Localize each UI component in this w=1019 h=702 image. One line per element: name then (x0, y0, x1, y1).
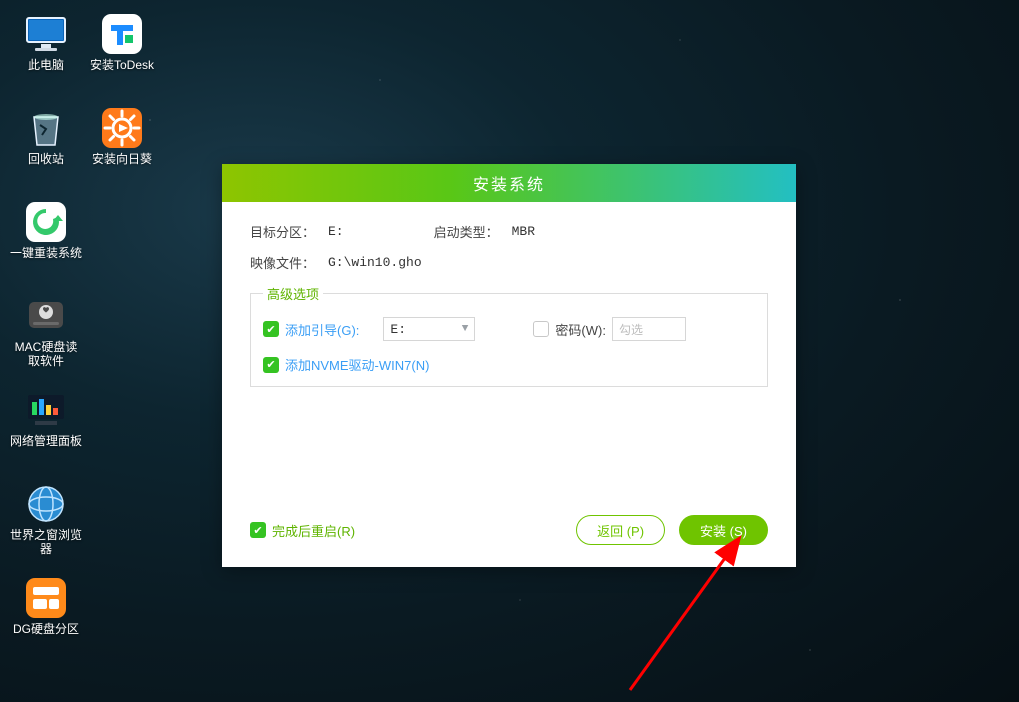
diskgenius-icon (24, 578, 68, 618)
add-boot-label: 添加引导(G): (285, 320, 359, 339)
target-partition-label: 目标分区： (250, 222, 328, 241)
back-button[interactable]: 返回 (P) (576, 515, 665, 545)
chevron-down-icon: ▼ (462, 323, 469, 335)
target-partition-value: E: (328, 224, 344, 239)
desktop-icon-label: 世界之窗浏览器 (10, 528, 82, 557)
desktop-icon-label: 回收站 (28, 152, 64, 166)
add-boot-dropdown[interactable]: E: ▼ (383, 317, 475, 341)
desktop-icon-label: 一键重装系统 (10, 246, 82, 260)
boot-type-label: 启动类型： (434, 222, 512, 241)
recycle-bin-icon (24, 108, 68, 148)
add-boot-dropdown-value: E: (390, 322, 406, 337)
add-boot-checkbox[interactable]: ✔ 添加引导(G): (263, 320, 359, 339)
password-label: 密码(W): (555, 320, 606, 339)
password-checkbox[interactable] (533, 321, 549, 337)
desktop-icons-grid: 此电脑 安装ToDesk 回收站 (8, 8, 160, 666)
desktop-icon-label: 安装ToDesk (90, 58, 154, 72)
globe-icon (24, 484, 68, 524)
desktop-icon-label: 网络管理面板 (10, 434, 82, 448)
check-icon: ✔ (250, 522, 266, 538)
reinstall-icon (24, 202, 68, 242)
restart-after-checkbox[interactable]: ✔ 完成后重启(R) (250, 521, 355, 540)
boot-type-value: MBR (512, 224, 535, 239)
desktop-icon-this-pc[interactable]: 此电脑 (8, 8, 84, 102)
desktop-empty-slot (84, 290, 160, 384)
image-file-label: 映像文件： (250, 253, 328, 272)
desktop-icon-theworld[interactable]: 世界之窗浏览器 (8, 478, 84, 572)
advanced-options-fieldset: 高级选项 ✔ 添加引导(G): E: ▼ 密码(W): 勾选 ✔ (250, 284, 768, 387)
todesk-icon (100, 14, 144, 54)
password-placeholder: 勾选 (619, 321, 643, 338)
nvme-checkbox[interactable]: ✔ 添加NVME驱动-WIN7(N) (263, 355, 429, 374)
desktop-icon-label: 此电脑 (28, 58, 64, 72)
desktop-empty-slot (84, 478, 160, 572)
mac-disk-icon (24, 296, 68, 336)
network-panel-icon (24, 390, 68, 430)
check-icon: ✔ (263, 357, 279, 373)
desktop-empty-slot (84, 384, 160, 478)
install-system-dialog: 安装系统 目标分区： E: 启动类型： MBR 映像文件： G:\win10.g… (222, 164, 796, 567)
dialog-title: 安装系统 (222, 164, 796, 202)
install-button[interactable]: 安装 (S) (679, 515, 768, 545)
desktop-icon-network-panel[interactable]: 网络管理面板 (8, 384, 84, 478)
image-file-value: G:\win10.gho (328, 255, 422, 270)
restart-label: 完成后重启(R) (272, 521, 355, 540)
desktop-empty-slot (84, 196, 160, 290)
desktop-icon-label: MAC硬盘读取软件 (10, 340, 82, 369)
desktop-icon-label: 安装向日葵 (92, 152, 152, 166)
desktop-icon-reinstall[interactable]: 一键重装系统 (8, 196, 84, 290)
desktop-icon-sunlogin[interactable]: 安装向日葵 (84, 102, 160, 196)
advanced-options-legend: 高级选项 (263, 284, 323, 303)
password-input[interactable]: 勾选 (612, 317, 686, 341)
check-icon: ✔ (263, 321, 279, 337)
dialog-footer: ✔ 完成后重启(R) 返回 (P) 安装 (S) (222, 515, 796, 567)
desktop-icon-todesk[interactable]: 安装ToDesk (84, 8, 160, 102)
desktop-icon-diskgenius[interactable]: DG硬盘分区 (8, 572, 84, 666)
desktop-icon-label: DG硬盘分区 (13, 622, 79, 636)
nvme-label: 添加NVME驱动-WIN7(N) (285, 355, 429, 374)
desktop-icon-recycle-bin[interactable]: 回收站 (8, 102, 84, 196)
desktop-icon-mac-disk[interactable]: MAC硬盘读取软件 (8, 290, 84, 384)
dialog-body: 目标分区： E: 启动类型： MBR 映像文件： G:\win10.gho 高级… (222, 202, 796, 515)
sunlogin-icon (100, 108, 144, 148)
monitor-icon (24, 14, 68, 54)
